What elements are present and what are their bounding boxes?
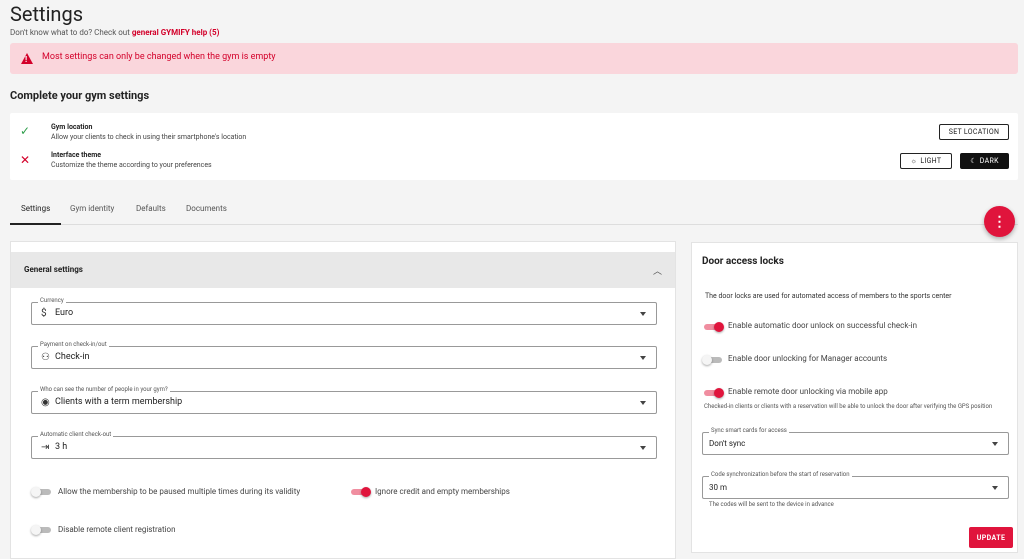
code-sync-select[interactable]: Code synchronization before the start of… xyxy=(702,471,1009,499)
alert-text: Most settings can only be changed when t… xyxy=(42,52,276,62)
payment-value: Check-in xyxy=(55,352,90,362)
payment-label: Payment on check-in/out xyxy=(38,341,109,348)
remote-unlock-label: Enable remote door unlocking via mobile … xyxy=(728,387,888,396)
complete-settings-card: ✓ Gym location Allow your clients to che… xyxy=(10,113,1018,180)
door-access-panel: Door access locks The door locks are use… xyxy=(691,242,1018,553)
general-settings-panel: General settings ︿ Currency $ Euro Payme… xyxy=(10,241,676,559)
dropdown-arrow-icon xyxy=(640,401,646,405)
interface-theme-desc: Customize the theme according to your pr… xyxy=(51,161,212,169)
moon-icon: ☾ xyxy=(970,157,977,165)
auto-checkout-value: 3 h xyxy=(55,442,68,452)
visibility-label: Who can see the number of people in your… xyxy=(38,386,170,393)
dropdown-arrow-icon xyxy=(992,442,998,446)
dropdown-arrow-icon xyxy=(640,446,646,450)
page-title: Settings xyxy=(10,2,84,26)
dollar-icon: $ xyxy=(41,308,47,319)
sync-cards-select[interactable]: Sync smart cards for access Don't sync xyxy=(702,427,1009,455)
dark-theme-button[interactable]: ☾ DARK xyxy=(960,153,1009,169)
warning-alert: Most settings can only be changed when t… xyxy=(10,43,1018,74)
auto-checkout-label: Automatic client check-out xyxy=(38,431,114,438)
dropdown-arrow-icon xyxy=(640,312,646,316)
disable-registration-label: Disable remote client registration xyxy=(58,525,176,534)
complete-settings-title: Complete your gym settings xyxy=(10,89,150,102)
general-settings-header[interactable]: General settings ︿ xyxy=(11,252,675,288)
remote-unlock-toggle[interactable] xyxy=(702,388,724,398)
code-sync-note: The codes will be sent to the device in … xyxy=(709,501,834,508)
eye-icon: ◉ xyxy=(41,397,50,408)
dropdown-arrow-icon xyxy=(992,486,998,490)
people-icon: ⚇ xyxy=(41,352,50,363)
light-label: LIGHT xyxy=(920,157,942,165)
code-sync-label: Code synchronization before the start of… xyxy=(709,471,852,478)
disable-registration-toggle[interactable] xyxy=(31,525,53,535)
manager-unlock-label: Enable door unlocking for Manager accoun… xyxy=(728,354,888,363)
general-settings-title: General settings xyxy=(24,265,83,274)
code-sync-value: 30 m xyxy=(709,483,727,492)
auto-checkout-select[interactable]: Automatic client check-out ⇥ 3 h xyxy=(31,431,657,459)
door-access-title: Door access locks xyxy=(702,256,784,267)
sync-cards-value: Don't sync xyxy=(709,439,746,448)
settings-tabs: Settings Gym identity Defaults Documents xyxy=(10,200,1018,225)
check-icon: ✓ xyxy=(20,124,31,138)
more-vertical-icon: ⋮ xyxy=(992,213,1007,230)
currency-label: Currency xyxy=(38,297,66,304)
visibility-value: Clients with a term membership xyxy=(55,397,183,407)
interface-theme-title: Interface theme xyxy=(51,151,102,159)
visibility-select[interactable]: Who can see the number of people in your… xyxy=(31,386,657,414)
manager-unlock-toggle[interactable] xyxy=(702,355,724,365)
currency-select[interactable]: Currency $ Euro xyxy=(31,297,657,325)
exit-icon: ⇥ xyxy=(41,442,50,453)
tab-gym-identity[interactable]: Gym identity xyxy=(70,204,114,213)
auto-unlock-label: Enable automatic door unlock on successf… xyxy=(728,321,917,330)
dark-label: DARK xyxy=(979,157,999,165)
tab-settings[interactable]: Settings xyxy=(21,204,50,213)
currency-value: Euro xyxy=(55,308,74,318)
update-button[interactable]: UPDATE xyxy=(969,527,1013,548)
help-line: Don't know what to do? Check out general… xyxy=(10,28,219,37)
pause-multiple-toggle[interactable] xyxy=(31,487,53,497)
help-prefix: Don't know what to do? Check out xyxy=(10,28,132,37)
pause-multiple-label: Allow the membership to be paused multip… xyxy=(58,487,301,496)
sun-icon: ☼ xyxy=(910,157,918,165)
dropdown-arrow-icon xyxy=(640,356,646,360)
tab-defaults[interactable]: Defaults xyxy=(136,204,166,213)
chevron-up-icon: ︿ xyxy=(653,267,663,277)
light-theme-button[interactable]: ☼ LIGHT xyxy=(900,153,952,169)
auto-unlock-toggle[interactable] xyxy=(702,322,724,332)
more-actions-button[interactable]: ⋮ xyxy=(984,206,1015,237)
ignore-credit-label: Ignore credit and empty memberships xyxy=(375,487,510,496)
sync-cards-label: Sync smart cards for access xyxy=(709,427,789,434)
gym-location-title: Gym location xyxy=(51,123,93,131)
door-access-desc: The door locks are used for automated ac… xyxy=(705,292,952,300)
ignore-credit-toggle[interactable] xyxy=(349,487,371,497)
help-link[interactable]: general GYMIFY help (5) xyxy=(132,28,220,37)
active-tab-indicator xyxy=(10,223,61,225)
warning-icon xyxy=(21,53,33,64)
remote-unlock-note: Checked-in clients or clients with a res… xyxy=(704,403,993,410)
payment-checkin-select[interactable]: Payment on check-in/out ⚇ Check-in xyxy=(31,341,657,369)
set-location-button[interactable]: SET LOCATION xyxy=(939,124,1009,140)
tab-documents[interactable]: Documents xyxy=(186,204,227,213)
gym-location-desc: Allow your clients to check in using the… xyxy=(51,133,247,141)
close-icon: ✕ xyxy=(20,153,31,167)
